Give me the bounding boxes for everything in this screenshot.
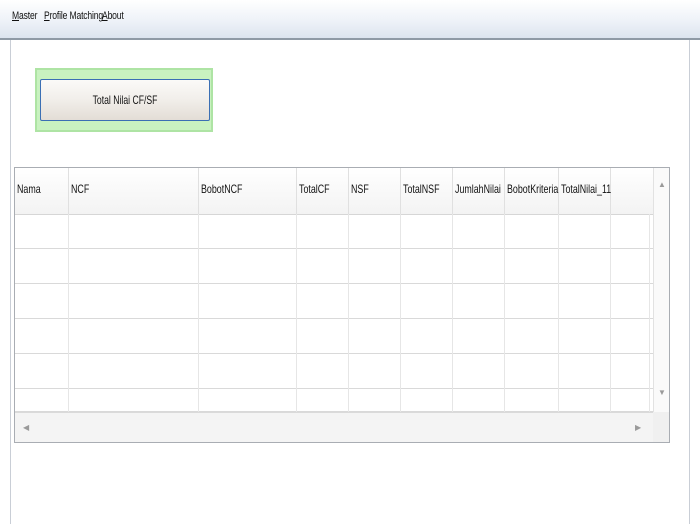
scroll-up-icon[interactable]: ▲ xyxy=(658,180,666,190)
column-divider xyxy=(610,214,611,414)
column-header-jumlahnilai[interactable]: JumlahNilai xyxy=(453,168,505,214)
column-divider xyxy=(198,214,199,414)
scroll-right-icon[interactable]: ▶ xyxy=(635,423,641,433)
table-row[interactable] xyxy=(15,214,655,249)
column-header-bobotncf[interactable]: BobotNCF xyxy=(199,168,297,214)
table-row[interactable] xyxy=(15,319,655,354)
column-divider xyxy=(504,214,505,414)
column-divider xyxy=(400,214,401,414)
column-header-totalnsf[interactable]: TotalNSF xyxy=(401,168,453,214)
data-grid[interactable]: Nama NCF BobotNCF TotalCF NSF TotalNSF J… xyxy=(14,167,670,443)
column-header-bobotkriteria[interactable]: BobotKriteria xyxy=(505,168,559,214)
menu-master[interactable]: Master xyxy=(12,10,37,22)
scroll-left-icon[interactable]: ◀ xyxy=(23,423,29,433)
button-label: Total Nilai CF/SF xyxy=(92,93,158,107)
column-divider xyxy=(649,214,650,414)
menu-about[interactable]: About xyxy=(102,10,124,22)
grid-header: Nama NCF BobotNCF TotalCF NSF TotalNSF J… xyxy=(15,168,655,215)
column-header-ncf[interactable]: NCF xyxy=(69,168,199,214)
column-divider xyxy=(348,214,349,414)
column-divider xyxy=(558,214,559,414)
column-header-nama[interactable]: Nama xyxy=(15,168,69,214)
column-divider xyxy=(296,214,297,414)
table-row[interactable] xyxy=(15,389,655,412)
table-row[interactable] xyxy=(15,284,655,319)
menu-profile-matching[interactable]: Profile Matching xyxy=(44,10,103,22)
vertical-scrollbar[interactable]: ▲ ▼ xyxy=(653,168,669,412)
column-header-totalnilai-11[interactable]: TotalNilai_11 xyxy=(559,168,611,214)
total-nilai-cf-sf-button[interactable]: Total Nilai CF/SF xyxy=(40,79,210,121)
column-header-nsf[interactable]: NSF xyxy=(349,168,401,214)
table-row[interactable] xyxy=(15,249,655,284)
menu-bar: Master Profile Matching About xyxy=(0,0,700,40)
horizontal-scrollbar[interactable]: ◀ ▶ xyxy=(15,412,655,442)
scrollbar-corner xyxy=(653,412,669,442)
column-divider xyxy=(452,214,453,414)
scroll-down-icon[interactable]: ▼ xyxy=(658,388,666,398)
column-divider xyxy=(68,214,69,414)
table-row[interactable] xyxy=(15,354,655,389)
column-header-totalcf[interactable]: TotalCF xyxy=(297,168,349,214)
